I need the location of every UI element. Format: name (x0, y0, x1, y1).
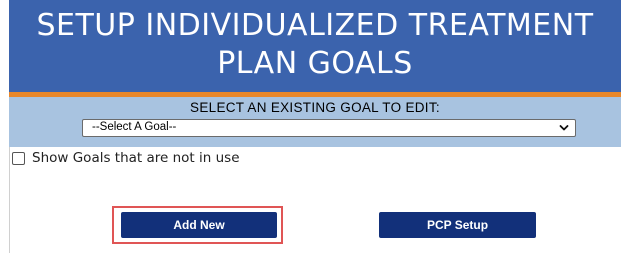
show-unused-goals-checkbox[interactable] (12, 151, 25, 165)
page-header: SETUP INDIVIDUALIZED TREATMENT PLAN GOAL… (9, 0, 621, 92)
goals-setup-page: SETUP INDIVIDUALIZED TREATMENT PLAN GOAL… (0, 0, 621, 253)
goal-select-section: SELECT AN EXISTING GOAL TO EDIT: --Selec… (9, 97, 621, 147)
show-unused-goals-label[interactable]: Show Goals that are not in use (32, 150, 240, 166)
add-new-button[interactable]: Add New (121, 212, 277, 238)
content-left-border (9, 147, 10, 253)
pcp-setup-button[interactable]: PCP Setup (379, 212, 536, 238)
page-title: SETUP INDIVIDUALIZED TREATMENT PLAN GOAL… (36, 8, 594, 81)
show-unused-goals-row: Show Goals that are not in use (12, 150, 240, 166)
chevron-down-icon (559, 125, 569, 131)
goal-select-dropdown[interactable]: --Select A Goal-- (82, 119, 576, 137)
goal-select-label: SELECT AN EXISTING GOAL TO EDIT: (190, 100, 440, 115)
goal-select-value: --Select A Goal-- (92, 121, 177, 133)
